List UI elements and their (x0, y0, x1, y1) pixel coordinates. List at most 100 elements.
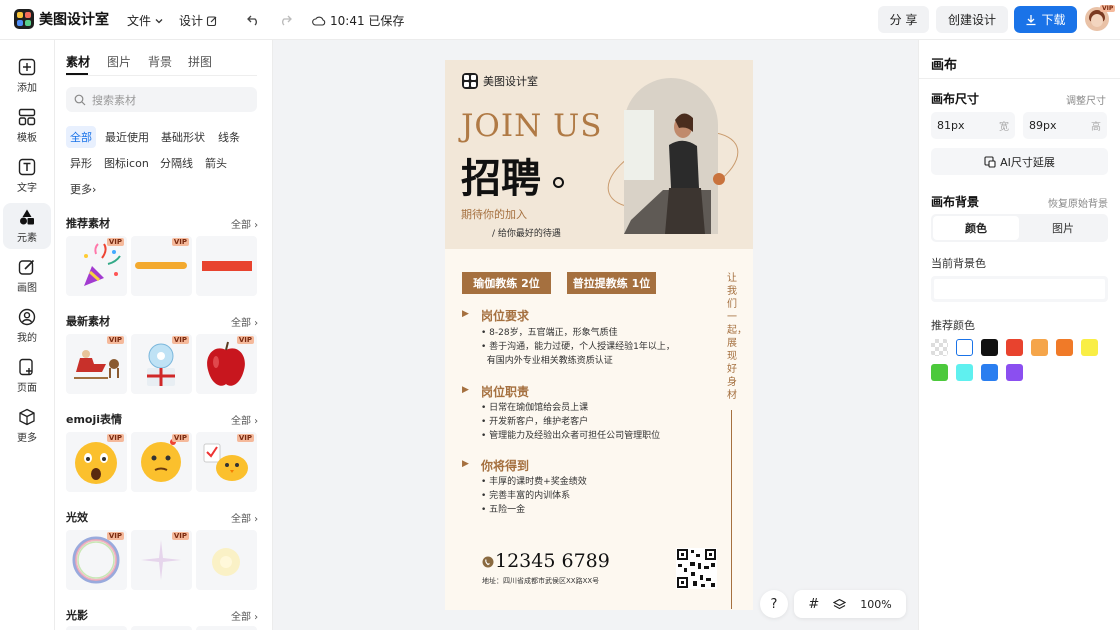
see-all-link[interactable]: 全部 › (231, 412, 258, 427)
resize-link[interactable]: 调整尺寸 (1066, 92, 1106, 107)
poster-address: 地址：四川省成都市武侯区XX路XX号 (482, 577, 600, 585)
color-swatch-red[interactable] (1006, 339, 1023, 356)
chip-dividers[interactable]: 分隔线 (156, 152, 197, 174)
material-glow[interactable] (196, 530, 257, 590)
file-menu[interactable]: 文件 (127, 12, 164, 29)
material-brush-stroke[interactable]: VIP (131, 236, 192, 296)
zoom-level[interactable]: 100% (860, 598, 891, 611)
rail-templates[interactable]: 模板 (3, 103, 51, 149)
color-swatch-cyan[interactable] (956, 364, 973, 381)
color-swatch-purple[interactable] (1006, 364, 1023, 381)
tab-backgrounds[interactable]: 背景 (148, 53, 172, 70)
tab-images[interactable]: 图片 (107, 53, 131, 70)
material-emoji-chick[interactable]: VIP (196, 432, 257, 492)
material-red-bar[interactable] (196, 236, 257, 296)
undo-icon[interactable] (246, 12, 261, 27)
poster-subtitle-2: / 给你最好的待遇 (492, 229, 561, 239)
see-all-link[interactable]: 全部 › (231, 510, 258, 525)
rail-elements[interactable]: 元素 (3, 203, 51, 249)
color-swatch-blue[interactable] (981, 364, 998, 381)
rail-pages[interactable]: 页面 (3, 353, 51, 399)
materials-panel: 素材 图片 背景 拼图 搜索素材 全部 最近使用 基础形状 线条 异形 图标ic… (55, 40, 273, 630)
benefits-line: • 五险一金 (481, 505, 526, 515)
tab-divider (66, 75, 257, 76)
redo-icon[interactable] (278, 12, 293, 27)
color-swatch-white[interactable] (956, 339, 973, 356)
material-sparkle[interactable]: VIP (131, 530, 192, 590)
width-field[interactable]: 81px 宽 (931, 112, 1015, 139)
design-menu[interactable]: 设计 (179, 12, 218, 29)
bg-type-segmented: 颜色 图片 (931, 214, 1108, 242)
search-input[interactable]: 搜索素材 (66, 87, 257, 112)
restore-bg-link[interactable]: 恢复原始背景 (1048, 195, 1108, 210)
chip-all[interactable]: 全部 (66, 126, 96, 148)
rail-label: 更多 (17, 433, 37, 444)
poster-canvas[interactable]: 美图设计室 JOIN US 招聘 期待你的加入 / 给你最好的待遇 瑜伽教练 2… (445, 60, 753, 610)
ai-resize-button[interactable]: AI尺寸延展 (931, 148, 1108, 175)
color-swatch-yellow[interactable] (1081, 339, 1098, 356)
material-apple[interactable]: VIP (196, 334, 257, 394)
material-light-shadow[interactable] (66, 626, 127, 630)
download-button[interactable]: 下载 (1014, 6, 1077, 33)
help-label: ? (770, 596, 778, 612)
color-swatch-light-orange[interactable] (1031, 339, 1048, 356)
material-emoji-thinking[interactable]: VIP (131, 432, 192, 492)
material-sleigh[interactable]: VIP (66, 334, 127, 394)
section-title: 最新素材 (66, 315, 110, 328)
poster-headline: 招聘 (461, 156, 541, 202)
chip-more[interactable]: 更多 › (66, 178, 100, 200)
phone-icon (482, 556, 494, 568)
grid-icon[interactable]: # (808, 597, 819, 612)
chip-lines[interactable]: 线条 (214, 126, 244, 148)
qr-code (676, 548, 717, 589)
vip-badge: VIP (106, 532, 124, 540)
save-status: 10:41 已保存 (312, 12, 404, 29)
rail-mine[interactable]: 我的 (3, 303, 51, 349)
chip-arrows[interactable]: 箭头 (201, 152, 231, 174)
color-swatch-black[interactable] (981, 339, 998, 356)
material-bubble[interactable]: VIP (66, 530, 127, 590)
ai-resize-icon (984, 155, 996, 168)
see-all-label: 全部 (231, 318, 251, 329)
see-all-link[interactable]: 全部 › (231, 216, 258, 231)
left-rail: 添加 模板 文字 元素 画图 我的 页面 更多 (0, 40, 55, 630)
tab-materials[interactable]: 素材 (66, 53, 90, 70)
vip-badge: VIP (171, 532, 189, 540)
glow-icon (212, 548, 240, 576)
rail-text[interactable]: 文字 (3, 153, 51, 199)
recommended-colors-label: 推荐颜色 (931, 319, 975, 332)
brand-logo-icon (462, 73, 478, 89)
material-light-shadow[interactable] (196, 626, 257, 630)
chip-recent[interactable]: 最近使用 (101, 126, 153, 148)
material-emoji-shocked[interactable]: VIP (66, 432, 127, 492)
current-bg-swatch[interactable] (931, 276, 1108, 302)
material-snow-globe[interactable]: VIP (131, 334, 192, 394)
color-swatch-orange[interactable] (1056, 339, 1073, 356)
chip-icons[interactable]: 图标icon (100, 152, 153, 174)
vip-badge: VIP (1100, 5, 1116, 12)
chip-irregular[interactable]: 异形 (66, 152, 96, 174)
create-design-button[interactable]: 创建设计 (936, 6, 1008, 33)
material-light-shadow[interactable] (131, 626, 192, 630)
chip-basic-shapes[interactable]: 基础形状 (157, 126, 209, 148)
rail-draw[interactable]: 画图 (3, 253, 51, 299)
transparent-swatch[interactable] (931, 339, 948, 356)
see-all-link[interactable]: 全部 › (231, 608, 258, 623)
material-party-popper[interactable]: VIP (66, 236, 127, 296)
share-button[interactable]: 分 享 (878, 6, 929, 33)
rail-add[interactable]: 添加 (3, 53, 51, 99)
edit-icon (206, 15, 217, 26)
tab-collage[interactable]: 拼图 (188, 53, 212, 70)
segment-color[interactable]: 颜色 (933, 216, 1019, 240)
design-menu-label: 设计 (179, 14, 204, 28)
layers-icon[interactable] (833, 598, 847, 611)
rail-more[interactable]: 更多 (3, 403, 51, 449)
color-swatch-green[interactable] (931, 364, 948, 381)
help-button[interactable]: ? (760, 590, 788, 618)
height-field[interactable]: 89px 高 (1023, 112, 1107, 139)
see-all-link[interactable]: 全部 › (231, 314, 258, 329)
segment-image[interactable]: 图片 (1020, 216, 1106, 240)
rail-label: 元素 (17, 233, 37, 244)
app-logo[interactable]: 美图设计室 (14, 9, 109, 29)
see-all-label: 全部 (231, 220, 251, 231)
